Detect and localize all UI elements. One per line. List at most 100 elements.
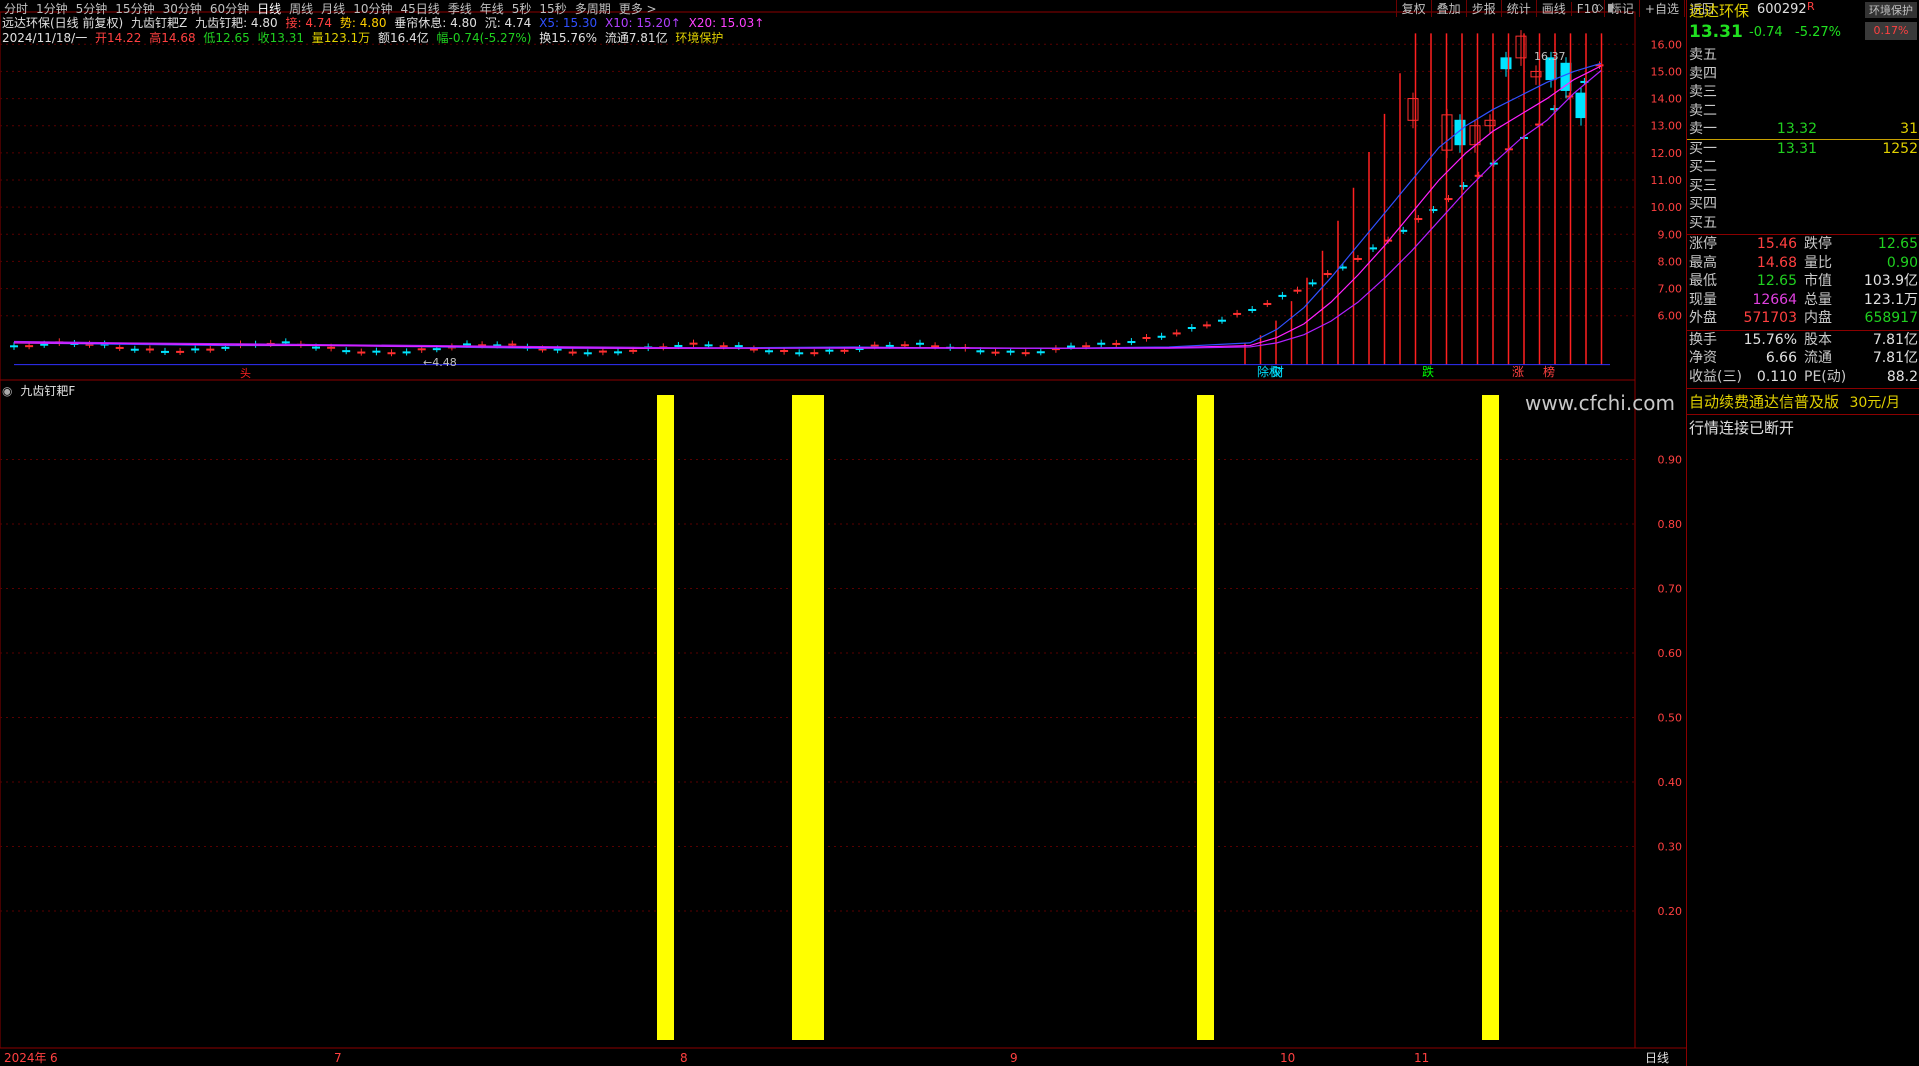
sell-row-3[interactable]: 卖二: [1687, 102, 1919, 121]
quote-info-line: 2024/11/18/一 开14.22 高14.68 低12.65 收13.31…: [2, 29, 727, 46]
candle-body-38: [583, 352, 592, 355]
sub-indicator-icon: ◉: [2, 384, 13, 398]
candle-body-77: [1172, 332, 1181, 335]
candle-body-8: [130, 348, 139, 351]
buy-price: 13.31: [1776, 140, 1817, 157]
buy-row-0[interactable]: 买一 13.31 1252: [1687, 140, 1919, 159]
stat-label-b: 量比: [1804, 254, 1832, 271]
y-tick-0: 6.00: [1658, 310, 1683, 323]
stat-value-a: 12.65: [1756, 273, 1797, 289]
stat-value-b: 103.9亿: [1863, 273, 1918, 289]
candle-body-86: [1308, 282, 1317, 285]
connection-status: 行情连接已断开: [1687, 414, 1919, 440]
big-candle-body-10: [1575, 92, 1587, 119]
buy-row-1[interactable]: 买二: [1687, 158, 1919, 177]
candle-body-66: [1006, 350, 1015, 353]
stat2-value-b: 88.2: [1886, 368, 1918, 385]
candle-body-27: [417, 348, 426, 351]
window-controls[interactable]: ◇ ◧: [1595, 1, 1617, 14]
quote-change: 幅-0.74(-5.27%): [436, 31, 532, 45]
stat-row-3: 现量 12664 总量 123.1万: [1687, 291, 1919, 310]
quote-sector[interactable]: 环境保护: [675, 31, 723, 45]
buy-row-3[interactable]: 买四: [1687, 195, 1919, 214]
indicator-name[interactable]: 九齿钉耙Z: [131, 16, 187, 30]
candle-body-23: [357, 351, 366, 354]
x-label-nov: 11: [1414, 1051, 1429, 1065]
candle-body-83: [1263, 302, 1272, 305]
promo-row[interactable]: 自动续费通达信普及版 30元/月: [1687, 388, 1919, 414]
field-shi: 势: 4.80: [339, 16, 387, 30]
right-tool-4[interactable]: 画线: [1535, 0, 1571, 17]
right-toolbar: 复权 叠加 步报 统计 画线 F10 标记 +自选 返回: [1395, 0, 1719, 17]
x-label-oct: 10: [1280, 1051, 1295, 1065]
chart-canvas[interactable]: 6.00 7.00 8.00 9.00 10.00 11.00 12.00 13.00 14.0…: [0, 0, 1686, 1066]
stat-label-b: 跌停: [1804, 236, 1832, 252]
event-tag-tou: 头: [240, 367, 251, 380]
stat-label-a: 最低: [1689, 273, 1717, 289]
candle-body-85: [1293, 289, 1302, 292]
sell-row-4[interactable]: 卖一 13.32 31: [1687, 120, 1919, 139]
x-period-label[interactable]: 日线: [1645, 1051, 1669, 1065]
sub-y-tick-7: 0.90: [1658, 454, 1683, 467]
y-tick-6: 12.00: [1651, 147, 1683, 160]
stat-value-a: 571703: [1743, 310, 1797, 326]
right-tool-7[interactable]: +自选: [1638, 0, 1684, 17]
ma-x10: X10: 15.20↑: [605, 16, 681, 30]
stat-label-a: 现量: [1689, 291, 1717, 308]
candle-body-48: [734, 345, 743, 348]
sector-badge[interactable]: 环境保护: [1865, 2, 1917, 18]
price-row: 13.31 -0.74 -5.27% 0.17%: [1687, 18, 1919, 46]
quote-low: 低12.65: [203, 31, 250, 45]
ma-line-0: [13, 62, 1602, 349]
buy-book: 买一 13.31 1252 买二 买三 买四买五: [1687, 138, 1919, 233]
ma-line-2: [13, 70, 1602, 349]
candle-body-58: [885, 344, 894, 347]
period-toolbar: 分时 1分钟 5分钟 15分钟 30分钟 60分钟 日线 周线 月线 10分钟 45日线 季线 年线 5秒…: [0, 0, 661, 16]
sell-label: 卖二: [1689, 102, 1717, 119]
code-mark: R: [1807, 0, 1815, 13]
stat2-value-a: 15.76%: [1743, 331, 1797, 348]
sub-indicator-title[interactable]: ◉ 九齿钉耙F: [2, 382, 79, 399]
y-tick-4: 10.00: [1651, 201, 1683, 214]
buy-label: 买四: [1689, 196, 1717, 212]
stat-value-b: 12.65: [1877, 236, 1918, 252]
candle-body-37: [568, 351, 577, 354]
sell-row-2[interactable]: 卖三: [1687, 83, 1919, 102]
candle-body-68: [1036, 351, 1045, 354]
sell-row-0[interactable]: 卖五: [1687, 46, 1919, 65]
buy-row-4[interactable]: 买五: [1687, 214, 1919, 233]
stat-row-2: 最低 12.65 市值 103.9亿: [1687, 272, 1919, 291]
candle-body-20: [312, 346, 320, 349]
stat2-value-a: 0.110: [1756, 368, 1797, 385]
candle-body-2: [40, 343, 49, 346]
candle-body-54: [825, 349, 834, 352]
field-jie: 接: 4.74: [285, 16, 333, 30]
buy-row-2[interactable]: 买三: [1687, 177, 1919, 196]
right-tool-2[interactable]: 步报: [1465, 0, 1501, 17]
candle-body-52: [795, 352, 804, 355]
stats-box: 涨停 15.46 跌停 12.65 最高 14.68 量比 0.90 最低 12.65 市值 103.…: [1687, 234, 1919, 328]
right-tool-0[interactable]: 复权: [1395, 0, 1431, 17]
candle-body-14: [221, 346, 230, 349]
stat2-label-a: 净资: [1689, 350, 1717, 366]
candle-body-0: [10, 345, 18, 348]
candle-body-74: [1127, 341, 1136, 344]
sub-y-tick-1: 0.30: [1658, 841, 1683, 854]
candle-body-21: [327, 346, 336, 349]
x-label-jun: 6: [50, 1051, 58, 1065]
peak-price-label: 16.37: [1534, 50, 1566, 63]
candle-body-30: [463, 343, 471, 346]
right-tool-3[interactable]: 统计: [1500, 0, 1536, 17]
stat-row-4: 外盘 571703 内盘 658917: [1687, 309, 1919, 328]
big-candle-body-9: [1560, 62, 1572, 91]
candle-body-82: [1248, 308, 1257, 311]
field-chen: 沉: 4.74: [484, 16, 532, 30]
stat-label-a: 涨停: [1689, 236, 1717, 252]
candle-body-33: [508, 343, 517, 346]
sell-row-1[interactable]: 卖四: [1687, 65, 1919, 84]
indicator-bar-0: [657, 395, 674, 1040]
quote-date: 2024/11/18/一: [2, 31, 88, 45]
y-tick-8: 14.00: [1651, 93, 1683, 106]
sub-y-tick-0: 0.20: [1658, 905, 1683, 918]
right-tool-1[interactable]: 叠加: [1430, 0, 1466, 17]
